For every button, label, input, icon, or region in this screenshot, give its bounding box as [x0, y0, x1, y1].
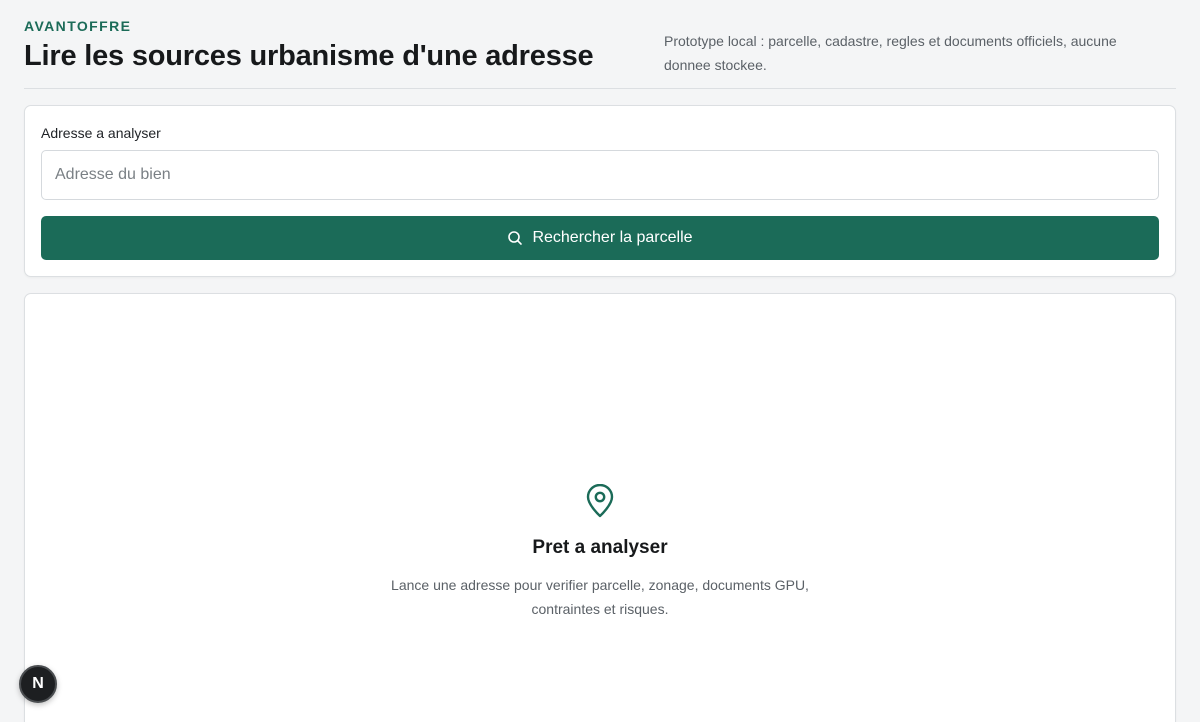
page-subtitle: Prototype local : parcelle, cadastre, re… — [664, 33, 1117, 73]
page-title: Lire les sources urbanisme d'une adresse — [24, 40, 594, 72]
address-input[interactable] — [41, 150, 1159, 200]
empty-state-title: Pret a analyser — [532, 537, 668, 558]
search-parcel-button-label: Rechercher la parcelle — [532, 229, 693, 246]
address-field-label: Adresse a analyser — [41, 125, 161, 141]
empty-state-description: Lance une adresse pour verifier parcelle… — [391, 577, 809, 617]
dev-tools-badge[interactable]: N — [19, 665, 57, 703]
search-parcel-button[interactable]: Rechercher la parcelle — [41, 216, 1159, 260]
address-search-card: Adresse a analyser Rechercher la parcell… — [24, 105, 1176, 277]
results-panel: Pret a analyser Lance une adresse pour v… — [24, 293, 1176, 722]
map-pin-icon — [583, 484, 617, 520]
page: AVANTOFFRE Lire les sources urbanisme d'… — [0, 0, 1200, 722]
dev-tools-badge-label: N — [32, 675, 44, 692]
search-icon — [507, 230, 523, 246]
page-header: AVANTOFFRE Lire les sources urbanisme d'… — [24, 0, 1176, 89]
brand-name: AVANTOFFRE — [24, 18, 132, 34]
